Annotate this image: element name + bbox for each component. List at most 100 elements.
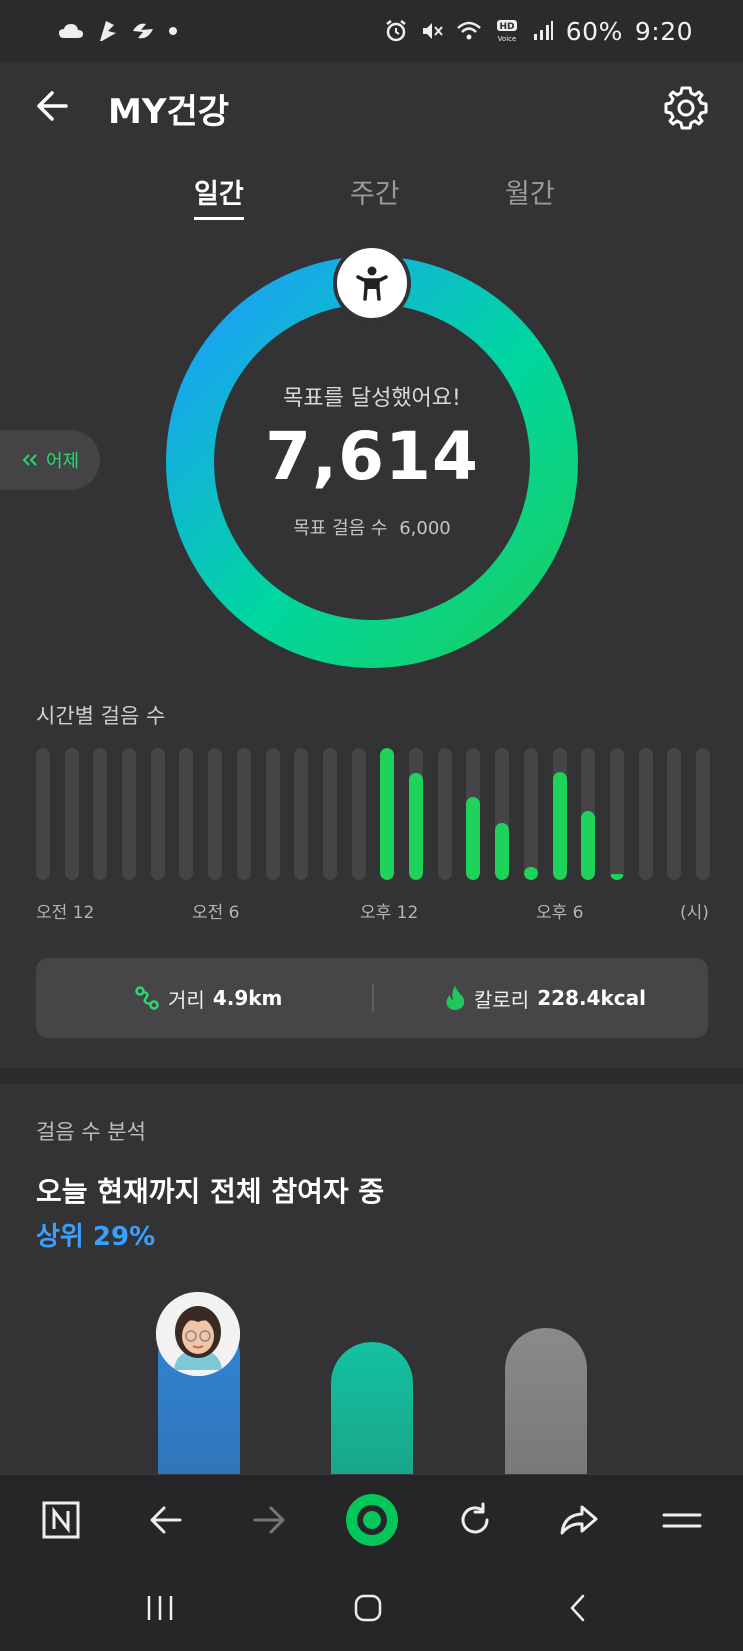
alarm-icon [386,20,406,42]
yesterday-label: 어제 [46,451,80,472]
refresh-button[interactable] [448,1493,502,1547]
forward-arrow-icon [253,1506,285,1534]
person-icon [356,266,388,301]
double-chevron-left-icon [22,454,37,466]
axis-label: 오전 12 [36,903,95,923]
tab-weekly[interactable]: 주간 [350,172,400,217]
hourly-bar-fill [553,772,567,880]
mute-icon [422,23,443,39]
walker-badge [333,244,411,322]
browser-toolbar [0,1474,743,1564]
hourly-bar [266,748,280,880]
home-icon [354,1594,382,1622]
share-button[interactable] [552,1493,606,1547]
hourly-bar-fill [495,823,509,880]
browser-forward-button[interactable] [242,1493,296,1547]
tab-monthly[interactable]: 월간 [505,172,555,217]
menu-button[interactable] [655,1493,709,1547]
analysis-headline: 오늘 현재까지 전체 참여자 중 [36,1175,385,1208]
analysis-rank: 상위 29% [36,1222,156,1252]
naver-home-button[interactable] [34,1493,88,1547]
hourly-bar-fill [524,867,538,880]
system-navigation-bar [0,1564,743,1651]
yesterday-button[interactable]: 어제 [0,430,100,490]
activity-stats-card: 거리 4.9km 칼로리 228.4kcal [36,958,708,1038]
hd-voice-icon: HD Voice [496,20,517,43]
hourly-bar-fill [466,797,480,880]
calorie-label: 칼로리 [474,987,530,1012]
status-bar: HD Voice 60% 9:20 [0,0,743,62]
flame-icon [446,986,465,1010]
avatar [156,1292,240,1376]
distance-label: 거리 [168,987,205,1012]
status-left-icons [58,19,178,43]
hourly-bar [667,748,681,880]
settings-button[interactable] [662,84,710,132]
hourly-bar [466,748,480,880]
hourly-bar [323,748,337,880]
hourly-bar [65,748,79,880]
menu-icon [662,1513,702,1528]
hourly-steps-title: 시간별 걸음 수 [36,704,166,728]
hourly-bar-chart [36,748,710,880]
goal-steps-label: 목표 걸음 수 [293,518,388,539]
cloud-icon [59,24,83,38]
back-button[interactable] [32,84,76,128]
goal-steps: 목표 걸음 수 6,000 [166,514,578,540]
stat-divider [372,984,374,1012]
axis-label: 오후 6 [536,903,584,923]
home-circle-button[interactable] [345,1493,399,1547]
avatar-image [156,1292,240,1376]
clock: 9:20 [634,16,693,46]
hourly-bar-fill [610,874,624,880]
app-icon [133,23,153,39]
goal-steps-value: 6,000 [399,518,451,539]
recent-apps-button[interactable] [140,1588,180,1628]
browser-back-button[interactable] [139,1493,193,1547]
hourly-axis: 오전 12 오전 6 오후 12 오후 6 (시) [36,898,710,928]
hourly-bar [352,748,366,880]
system-back-button[interactable] [558,1588,598,1628]
app-bar: MY건강 [0,62,743,152]
tab-daily[interactable]: 일간 [194,172,244,220]
status-right: HD Voice 60% 9:20 [384,17,693,46]
recent-apps-icon [147,1596,173,1620]
hourly-bar [151,748,165,880]
home-button[interactable] [348,1588,388,1628]
page-title: MY건강 [108,92,230,132]
hourly-bar [524,748,538,880]
back-icon [570,1594,585,1622]
hourly-bar [294,748,308,880]
back-arrow-icon [37,91,68,121]
distance-value: 4.9km [212,986,283,1010]
svg-text:HD: HD [499,22,514,32]
hourly-bar [237,748,251,880]
hourly-bar [610,748,624,880]
distance-stat: 거리 4.9km [134,958,282,1038]
hourly-bar [438,748,452,880]
wifi-icon [456,21,481,40]
hourly-bar [409,748,423,880]
axis-label: 오후 12 [360,903,419,923]
dot-icon [169,27,177,35]
hourly-bar [380,748,394,880]
axis-label: (시) [680,903,709,923]
battery-level: 60% [565,16,623,46]
hourly-bar [553,748,567,880]
axis-label: 오전 6 [192,903,240,923]
step-count: 7,614 [265,418,479,495]
svg-text:Voice: Voice [497,35,516,43]
route-icon [135,986,159,1010]
hourly-bar [93,748,107,880]
compare-bar-average [331,1342,413,1474]
compare-bar-top [505,1328,587,1474]
hourly-bar [122,748,136,880]
analysis-section-label: 걸음 수 분석 [36,1120,146,1144]
hourly-bar-fill [380,748,394,880]
refresh-icon [461,1502,489,1534]
hourly-bar [581,748,595,880]
calorie-stat: 칼로리 228.4kcal [444,958,646,1038]
hourly-bar-fill [581,811,595,880]
app-icon [100,21,116,41]
hourly-bar [639,748,653,880]
